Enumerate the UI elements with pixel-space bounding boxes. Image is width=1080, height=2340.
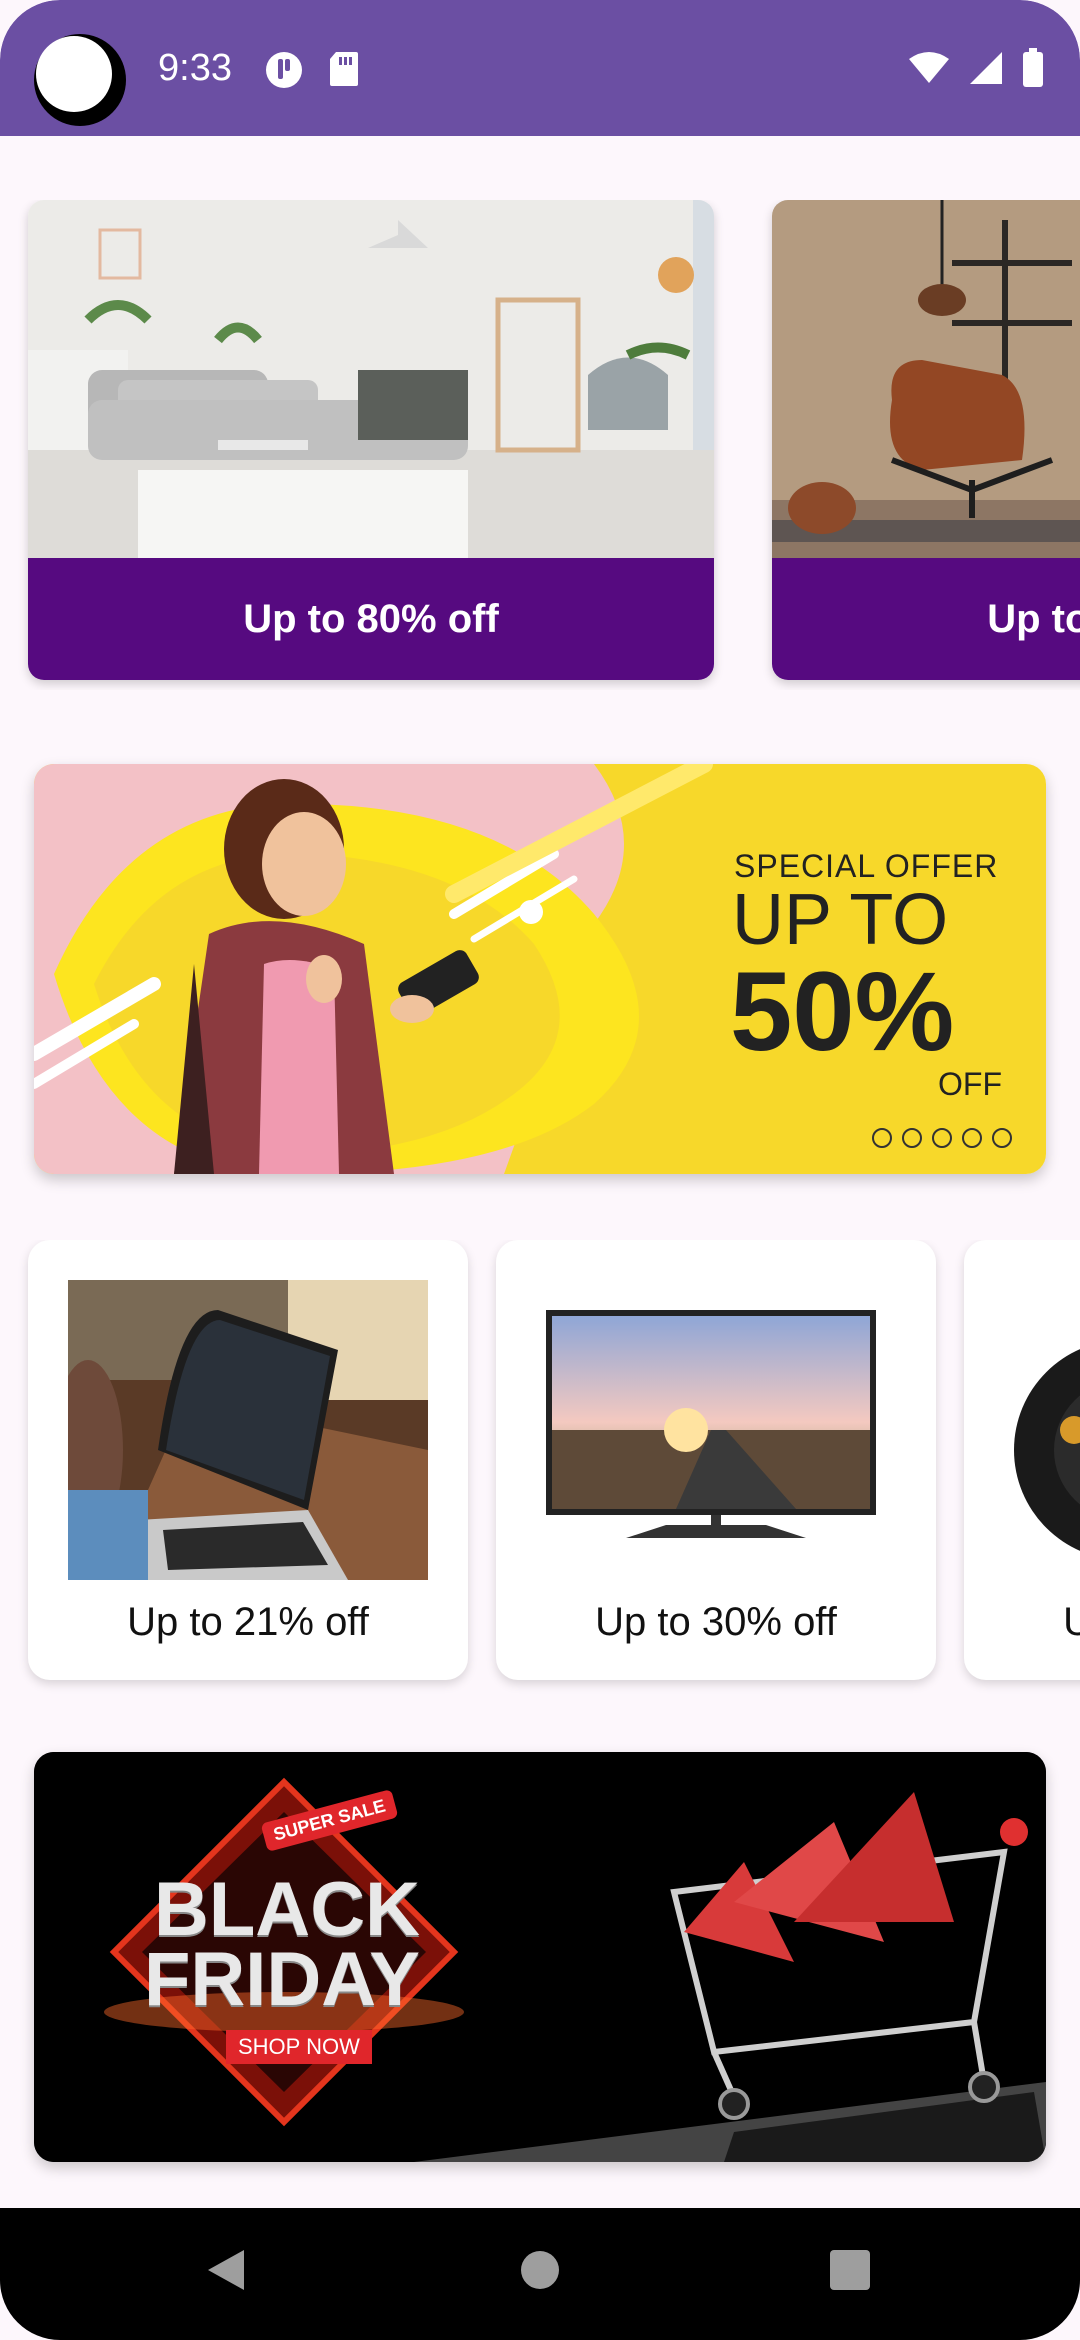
tv-image: [536, 1280, 896, 1580]
product-carousel[interactable]: Up to 21% off Up to 30% off U: [0, 1240, 1080, 1700]
product-card-laptop[interactable]: Up to 21% off: [28, 1240, 468, 1680]
signal-icon: [970, 52, 1002, 84]
product-label: Up to 30% off: [595, 1600, 837, 1644]
twitter-icon: [902, 1128, 922, 1148]
status-bar: 9:33: [0, 0, 1080, 136]
category-card-lounge-chair[interactable]: Up to 80% off: [772, 200, 1080, 680]
status-time: 9:33: [158, 47, 232, 89]
friday-text: FRIDAY: [144, 1937, 420, 2022]
category-card-living-room[interactable]: Up to 80% off: [28, 200, 714, 680]
home-icon[interactable]: [520, 2246, 560, 2294]
camera-cutout-icon: [34, 34, 126, 126]
category-carousel[interactable]: Up to 80% off Up to 80% off: [0, 200, 1080, 690]
social-icons: [872, 1128, 1012, 1148]
instagram-icon: [932, 1128, 952, 1148]
up-to-text: UP TO: [732, 880, 949, 960]
category-label: Up to 80% off: [28, 558, 714, 680]
youtube-icon: [992, 1128, 1012, 1148]
laptop-image: [68, 1280, 428, 1580]
pinterest-icon: [962, 1128, 982, 1148]
facebook-icon: [872, 1128, 892, 1148]
category-label: Up to 80% off: [772, 558, 1080, 680]
special-offer-banner[interactable]: SPECIAL OFFER UP TO 50% OFF: [34, 764, 1046, 1174]
recents-icon[interactable]: [828, 2246, 872, 2294]
product-card-camera[interactable]: Up to 30% off: [964, 1240, 1080, 1680]
product-label: Up to 30% off: [1063, 1600, 1080, 1644]
wifi-icon: [909, 52, 949, 83]
camera-image: [1004, 1280, 1080, 1580]
product-card-tv[interactable]: Up to 30% off: [496, 1240, 936, 1680]
black-text: BLACK: [154, 1867, 420, 1952]
product-label: Up to 21% off: [127, 1600, 369, 1644]
off-text: OFF: [938, 1066, 1002, 1102]
app-screen: 9:33 Up to 80% off Up to SPECIAL OFFER U…: [0, 0, 1080, 2340]
back-icon[interactable]: [204, 2246, 248, 2294]
shop-now-button[interactable]: SHOP NOW: [226, 2030, 372, 2064]
black-friday-banner[interactable]: SUPER SALE BLACK FRIDAY SHOP NOW: [34, 1752, 1046, 2162]
living-room-image: [28, 200, 714, 558]
discount-percent-text: 50%: [730, 949, 955, 1074]
navigation-bar: [0, 2208, 1080, 2340]
notification-app-icon: [266, 52, 302, 88]
battery-icon: [1023, 48, 1043, 87]
lounge-chair-image: [772, 200, 1080, 558]
sd-card-icon: [330, 52, 358, 86]
